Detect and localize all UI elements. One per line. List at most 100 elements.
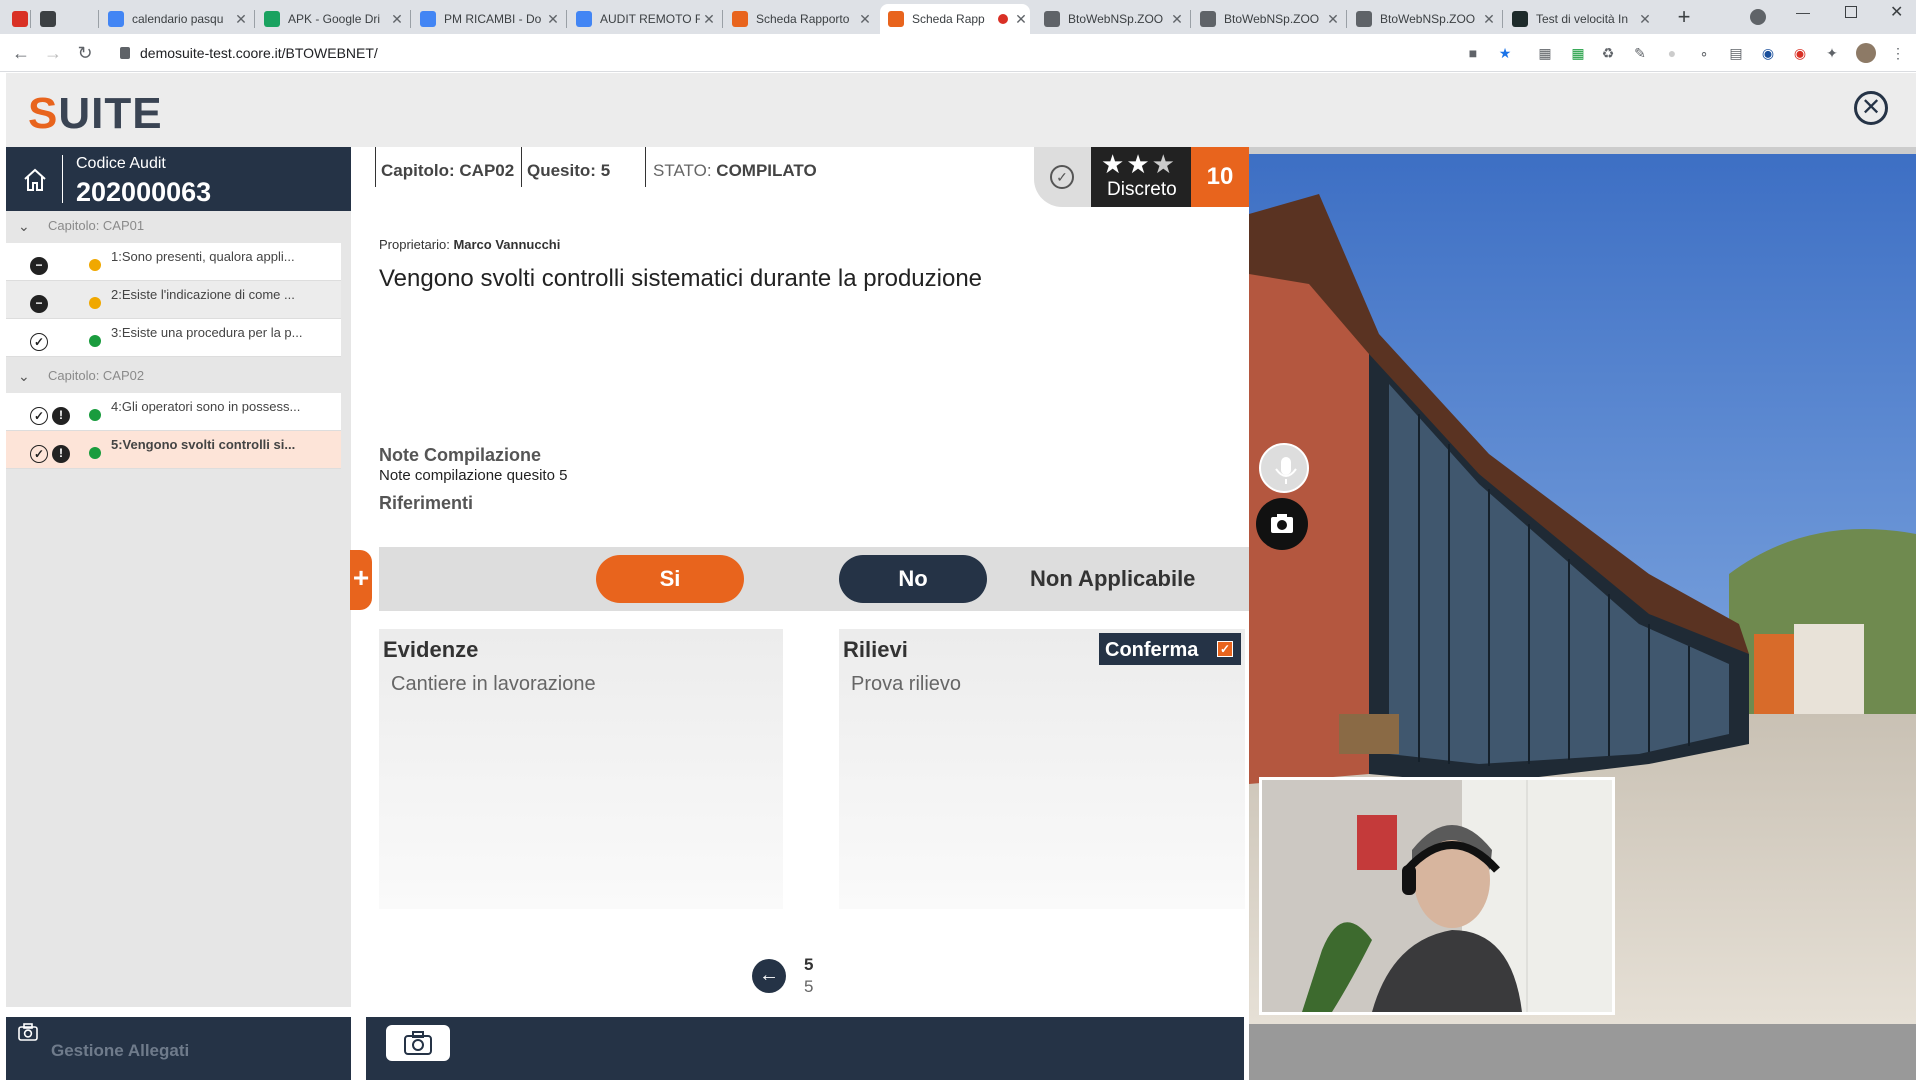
browser-toolbar: ← → ↻ demosuite-test.coore.it/BTOWEBNET/…: [0, 34, 1916, 72]
puzzle-icon[interactable]: ✦: [1822, 43, 1842, 63]
notes-text: Note compilazione quesito 5: [379, 467, 568, 484]
tab-close-icon[interactable]: ✕: [1324, 11, 1342, 28]
tab-close-icon[interactable]: ✕: [1636, 11, 1654, 28]
question-detail: Capitolo: CAP02 Quesito: 5 STATO: COMPIL…: [350, 147, 1249, 1017]
findings-text[interactable]: Prova rilievo: [851, 673, 961, 696]
browser-tab[interactable]: calendario pasqu ✕: [100, 4, 250, 34]
forward-button[interactable]: →: [40, 40, 66, 66]
confirm-checkbox[interactable]: ✓: [1217, 641, 1233, 657]
back-button[interactable]: ←: [8, 40, 34, 66]
add-photo-button[interactable]: [386, 1025, 450, 1061]
pager-current: 5: [804, 955, 814, 974]
tab-close-icon[interactable]: ✕: [700, 11, 718, 28]
tab-title: AUDIT REMOTO F: [600, 12, 700, 26]
question-info: Quesito: 5: [527, 161, 610, 181]
check-circle-icon: ✓: [30, 445, 48, 463]
state-value: COMPILATO: [716, 161, 817, 180]
question-row[interactable]: ✓! 5:Vengono svolti controlli si...: [6, 431, 341, 469]
browser-tab[interactable]: APK - Google Dri ✕: [256, 4, 406, 34]
new-tab-button[interactable]: +: [1672, 6, 1696, 30]
question-row[interactable]: − 1:Sono presenti, qualora appli...: [6, 243, 341, 281]
browser-tab[interactable]: PM RICAMBI - Do ✕: [412, 4, 562, 34]
references-title[interactable]: Riferimenti: [379, 493, 473, 514]
address-bar[interactable]: demosuite-test.coore.it/BTOWEBNET/: [108, 38, 1458, 68]
browser-tab[interactable]: [32, 4, 92, 34]
question-label: Quesito:: [527, 161, 596, 180]
tab-close-icon[interactable]: ✕: [856, 11, 874, 28]
chapter-header[interactable]: ⌄ Capitolo: CAP02: [6, 361, 341, 391]
extension-icon[interactable]: ♻: [1598, 43, 1618, 63]
tab-close-icon[interactable]: ✕: [232, 11, 250, 28]
reload-button[interactable]: ↻: [72, 40, 98, 66]
evidence-box: Evidenze Cantiere in lavorazione: [379, 629, 783, 909]
question-header: Capitolo: CAP02 Quesito: 5 STATO: COMPIL…: [375, 147, 1031, 203]
divider: [62, 155, 63, 203]
question-row[interactable]: − 2:Esiste l'indicazione di come ...: [6, 281, 341, 319]
chrome-icon[interactable]: ◉: [1790, 43, 1810, 63]
answer-yes-button[interactable]: Si: [596, 555, 744, 603]
close-icon[interactable]: ✕: [1854, 91, 1888, 125]
tab-close-icon[interactable]: ✕: [1168, 11, 1186, 28]
logo-rest: UITE: [58, 89, 163, 138]
tab-close-icon[interactable]: ✕: [388, 11, 406, 28]
findings-title: Rilievi: [843, 637, 908, 662]
tab-search-icon[interactable]: [1750, 9, 1766, 25]
evidence-text[interactable]: Cantiere in lavorazione: [391, 673, 596, 696]
profile-avatar-icon[interactable]: [1856, 43, 1876, 63]
question-row[interactable]: ✓ 3:Esiste una procedura per la p...: [6, 319, 341, 357]
browser-tab[interactable]: Scheda Rapporto ✕: [724, 4, 874, 34]
home-icon[interactable]: [22, 167, 48, 193]
url-text: demosuite-test.coore.it/BTOWEBNET/: [140, 45, 378, 61]
tab-close-icon[interactable]: ✕: [1012, 11, 1030, 28]
extension-icon[interactable]: ∘: [1694, 43, 1714, 63]
tab-divider: [98, 10, 99, 28]
extension-icon[interactable]: ▤: [1726, 43, 1746, 63]
tab-title: BtoWebNSp.ZOO: [1380, 12, 1476, 26]
chapter-header[interactable]: ⌄ Capitolo: CAP01: [6, 211, 341, 241]
microphone-button[interactable]: [1259, 443, 1309, 493]
extension-icon[interactable]: ▦: [1568, 43, 1588, 63]
bookmark-star-icon[interactable]: ★: [1495, 43, 1515, 63]
expand-plus-button[interactable]: +: [350, 550, 372, 610]
media-footer: [1249, 1024, 1916, 1080]
check-circle-icon: ✓: [30, 407, 48, 425]
tab-close-icon[interactable]: ✕: [544, 11, 562, 28]
camera-indicator-icon[interactable]: ■: [1463, 43, 1483, 63]
state-label: STATO:: [653, 161, 712, 180]
completed-check-icon[interactable]: ✓: [1034, 147, 1091, 207]
extension-icon[interactable]: ▦: [1535, 43, 1555, 63]
browser-tab[interactable]: BtoWebNSp.ZOO ✕: [1348, 4, 1498, 34]
tab-divider: [1346, 10, 1347, 28]
browser-tab[interactable]: Test di velocità In ✕: [1504, 4, 1654, 34]
app-root: SUITE ✕ Codice Audit 202000063 ⌄ Capitolo…: [0, 73, 1916, 1080]
extension-icon[interactable]: ◉: [1758, 43, 1778, 63]
window-close-button[interactable]: ✕: [1890, 2, 1903, 22]
question-text: Vengono svolti controlli sistematici dur…: [379, 265, 983, 292]
divider: [521, 147, 522, 187]
confirm-toggle[interactable]: Conferma ✓: [1099, 633, 1241, 665]
camera-icon: [1271, 514, 1293, 533]
prev-arrow-icon[interactable]: ←: [752, 959, 786, 993]
camera-button[interactable]: [1256, 498, 1308, 550]
restore-button[interactable]: [1845, 6, 1857, 18]
camera-icon: [404, 1031, 432, 1055]
extension-icon[interactable]: ✎: [1630, 43, 1650, 63]
extension-icon[interactable]: ●: [1662, 43, 1682, 63]
webcam-video[interactable]: [1259, 777, 1615, 1015]
tab-close-icon[interactable]: ✕: [1480, 11, 1498, 28]
browser-tab[interactable]: Scheda Rapp ✕: [880, 4, 1030, 34]
status-dot: [89, 297, 101, 309]
menu-dots-icon[interactable]: ⋮: [1888, 43, 1908, 63]
tab-title: BtoWebNSp.ZOO: [1068, 12, 1164, 26]
minimize-button[interactable]: —: [1796, 4, 1810, 20]
browser-tab[interactable]: BtoWebNSp.ZOO ✕: [1192, 4, 1342, 34]
answer-no-button[interactable]: No: [839, 555, 987, 603]
browser-tab[interactable]: BtoWebNSp.ZOO ✕: [1036, 4, 1186, 34]
status-dot: [89, 447, 101, 459]
browser-tab[interactable]: [4, 4, 30, 34]
question-row[interactable]: ✓! 4:Gli operatori sono in possess...: [6, 393, 341, 431]
attachments-footer[interactable]: Gestione Allegati: [6, 1017, 351, 1080]
notes-title: Note Compilazione: [379, 445, 542, 465]
answer-na-button[interactable]: Non Applicabile: [1030, 555, 1195, 603]
browser-tab[interactable]: AUDIT REMOTO F ✕: [568, 4, 718, 34]
